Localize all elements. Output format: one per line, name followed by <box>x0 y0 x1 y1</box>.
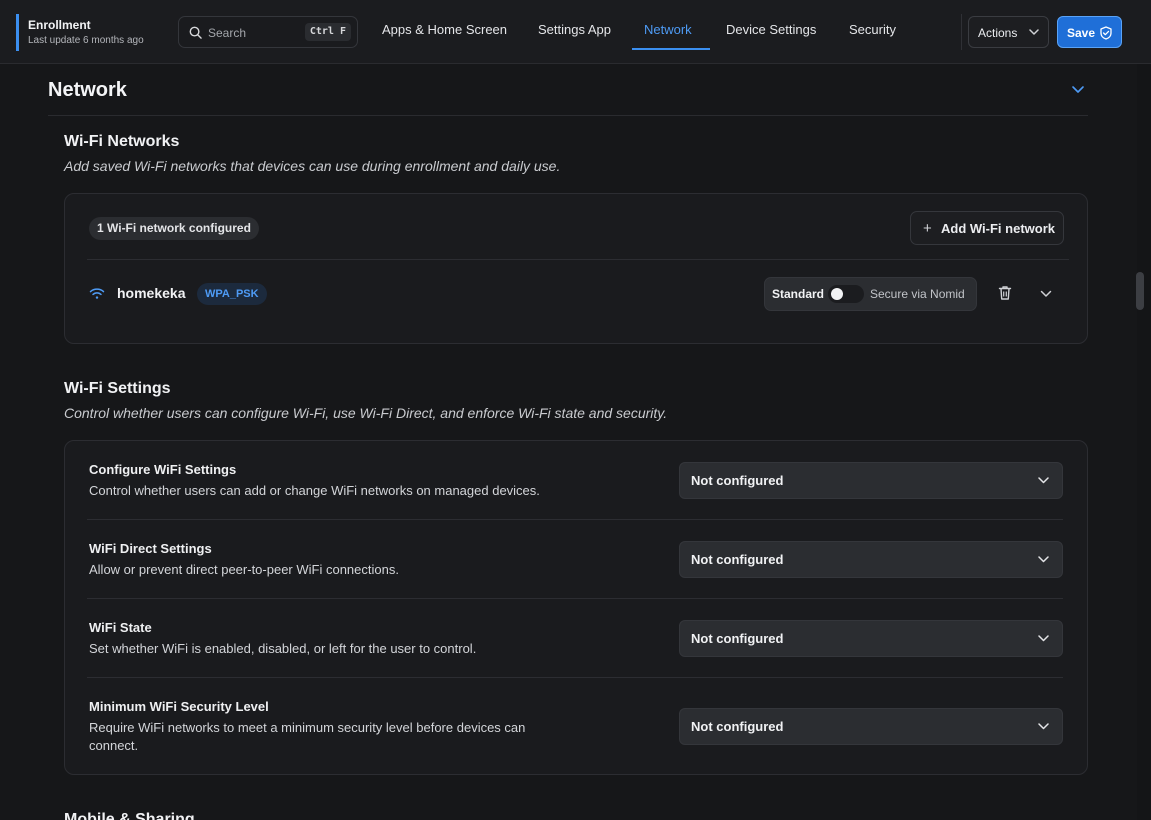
chevron-down-icon <box>1038 723 1049 730</box>
setting-help: Allow or prevent direct peer-to-peer WiF… <box>89 562 399 577</box>
network-security-badge: WPA_PSK <box>197 283 267 305</box>
wifi-settings-description: Control whether users can configure Wi-F… <box>64 405 668 421</box>
wifi-state-select[interactable]: Not configured <box>679 620 1063 657</box>
mobile-sharing-title: Mobile & Sharing <box>64 811 195 820</box>
tab-security[interactable]: Security <box>849 0 896 50</box>
tab-apps-home-screen[interactable]: Apps & Home Screen <box>382 0 507 50</box>
setting-label: Minimum WiFi Security Level <box>89 699 269 714</box>
wifi-networks-description: Add saved Wi-Fi networks that devices ca… <box>64 158 561 174</box>
min-security-select[interactable]: Not configured <box>679 708 1063 745</box>
configure-wifi-select[interactable]: Not configured <box>679 462 1063 499</box>
add-wifi-network-button[interactable]: + Add Wi-Fi network <box>910 211 1064 245</box>
wifi-networks-card: 1 Wi-Fi network configured + Add Wi-Fi n… <box>64 193 1088 344</box>
card-divider <box>87 259 1069 260</box>
wifi-settings-card: Configure WiFi Settings Control whether … <box>64 440 1088 775</box>
actions-label: Actions <box>978 26 1018 40</box>
network-count-badge: 1 Wi-Fi network configured <box>89 217 259 240</box>
scrollbar-track[interactable] <box>1137 64 1151 820</box>
active-tab-indicator <box>632 48 710 50</box>
wifi-settings-title: Wi-Fi Settings <box>64 380 171 397</box>
setting-help: Control whether users can add or change … <box>89 483 540 498</box>
select-value: Not configured <box>691 719 784 734</box>
select-value: Not configured <box>691 473 784 488</box>
mode-nomid-label: Secure via Nomid <box>870 287 965 301</box>
save-button[interactable]: Save <box>1057 16 1122 48</box>
collapse-chevron-icon[interactable] <box>1071 85 1085 94</box>
trash-icon[interactable] <box>998 285 1012 301</box>
shield-check-icon <box>1100 26 1112 40</box>
select-value: Not configured <box>691 552 784 567</box>
select-value: Not configured <box>691 631 784 646</box>
last-update-text: Last update 6 months ago <box>28 35 144 46</box>
mode-switch[interactable] <box>828 285 864 303</box>
wifi-icon <box>89 288 105 299</box>
top-bar: Enrollment Last update 6 months ago Sear… <box>0 0 1151 64</box>
mode-standard-label: Standard <box>772 287 825 301</box>
switch-knob <box>831 288 843 300</box>
row-divider <box>87 598 1063 599</box>
wifi-networks-title: Wi-Fi Networks <box>64 133 180 150</box>
network-name: homekeka <box>117 285 186 301</box>
tab-settings-app[interactable]: Settings App <box>538 0 611 50</box>
chevron-down-icon <box>1038 477 1049 484</box>
header-divider <box>961 14 962 50</box>
app-brand: Enrollment Last update 6 months ago <box>16 14 144 51</box>
tab-network[interactable]: Network <box>644 0 692 50</box>
actions-button[interactable]: Actions <box>968 16 1049 48</box>
row-divider <box>87 519 1063 520</box>
search-box[interactable]: Search Ctrl F <box>178 16 358 48</box>
search-shortcut-badge: Ctrl F <box>304 23 351 41</box>
chevron-down-icon <box>1038 635 1049 642</box>
setting-help: Set whether WiFi is enabled, disabled, o… <box>89 641 477 656</box>
search-input[interactable]: Search <box>208 26 246 40</box>
plus-icon: + <box>923 220 932 237</box>
setting-help: Require WiFi networks to meet a minimum … <box>89 720 526 753</box>
section-divider <box>48 115 1088 116</box>
save-label: Save <box>1067 26 1096 40</box>
search-icon <box>189 26 202 39</box>
scrollbar-thumb[interactable] <box>1136 272 1144 310</box>
expand-network-chevron-icon[interactable] <box>1040 290 1052 298</box>
add-wifi-network-label: Add Wi-Fi network <box>941 221 1055 236</box>
wifi-direct-select[interactable]: Not configured <box>679 541 1063 578</box>
section-title: Network <box>48 79 127 101</box>
network-mode-toggle[interactable]: Standard Secure via Nomid <box>764 277 977 311</box>
chevron-down-icon <box>1029 29 1039 35</box>
app-title: Enrollment <box>28 18 91 32</box>
chevron-down-icon <box>1038 556 1049 563</box>
setting-label: WiFi Direct Settings <box>89 541 212 556</box>
row-divider <box>87 677 1063 678</box>
setting-label: WiFi State <box>89 620 152 635</box>
setting-label: Configure WiFi Settings <box>89 462 237 477</box>
tab-device-settings[interactable]: Device Settings <box>726 0 816 50</box>
